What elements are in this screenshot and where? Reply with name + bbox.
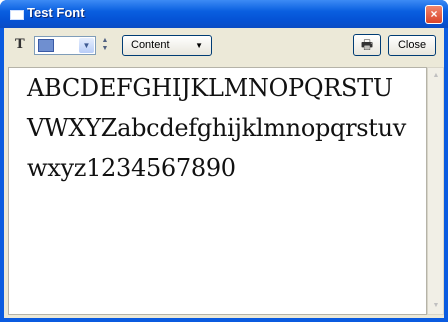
print-button[interactable]: 🖶 — [353, 34, 381, 56]
title-bar[interactable]: Test Font × — [0, 0, 448, 28]
dropdown-arrow-icon: ▼ — [195, 41, 203, 50]
close-button[interactable]: Close — [388, 35, 436, 56]
font-size-icon[interactable]: T — [15, 38, 29, 52]
toolbar: T ▼ ▲ ▼ Content ▼ 🖶 Close — [4, 28, 444, 64]
test-font-window: Test Font × T ▼ ▲ ▼ Content ▼ 🖶 Close AB… — [0, 0, 448, 322]
window-icon — [10, 10, 24, 20]
chevron-down-icon[interactable]: ▼ — [79, 38, 94, 53]
preview-line: VWXYZabcdefghijklmnopqrstuv — [27, 114, 407, 142]
scroll-up-icon[interactable]: ▲ — [429, 69, 443, 83]
preview-line: wxyz1234567890 — [27, 154, 236, 182]
preview-line: ABCDEFGHIJKLMNOPQRSTU — [27, 74, 393, 102]
vertical-scrollbar[interactable]: ▲ ▼ — [427, 67, 444, 315]
scroll-down-icon[interactable]: ▼ — [429, 299, 443, 313]
content-dropdown[interactable]: Content ▼ — [122, 35, 212, 56]
spinner-down-icon[interactable]: ▼ — [100, 45, 110, 53]
content-dropdown-label: Content — [131, 39, 170, 51]
color-select[interactable]: ▼ — [34, 36, 96, 55]
font-preview-area: ABCDEFGHIJKLMNOPQRSTU VWXYZabcdefghijklm… — [8, 67, 427, 315]
size-spinner[interactable]: ▲ ▼ — [100, 37, 110, 54]
color-swatch — [38, 39, 54, 52]
window-title: Test Font — [27, 5, 85, 20]
spinner-up-icon[interactable]: ▲ — [100, 37, 110, 45]
window-client: T ▼ ▲ ▼ Content ▼ 🖶 Close ABCDEFGHIJKLMN… — [4, 28, 444, 318]
window-close-button[interactable]: × — [425, 5, 443, 24]
